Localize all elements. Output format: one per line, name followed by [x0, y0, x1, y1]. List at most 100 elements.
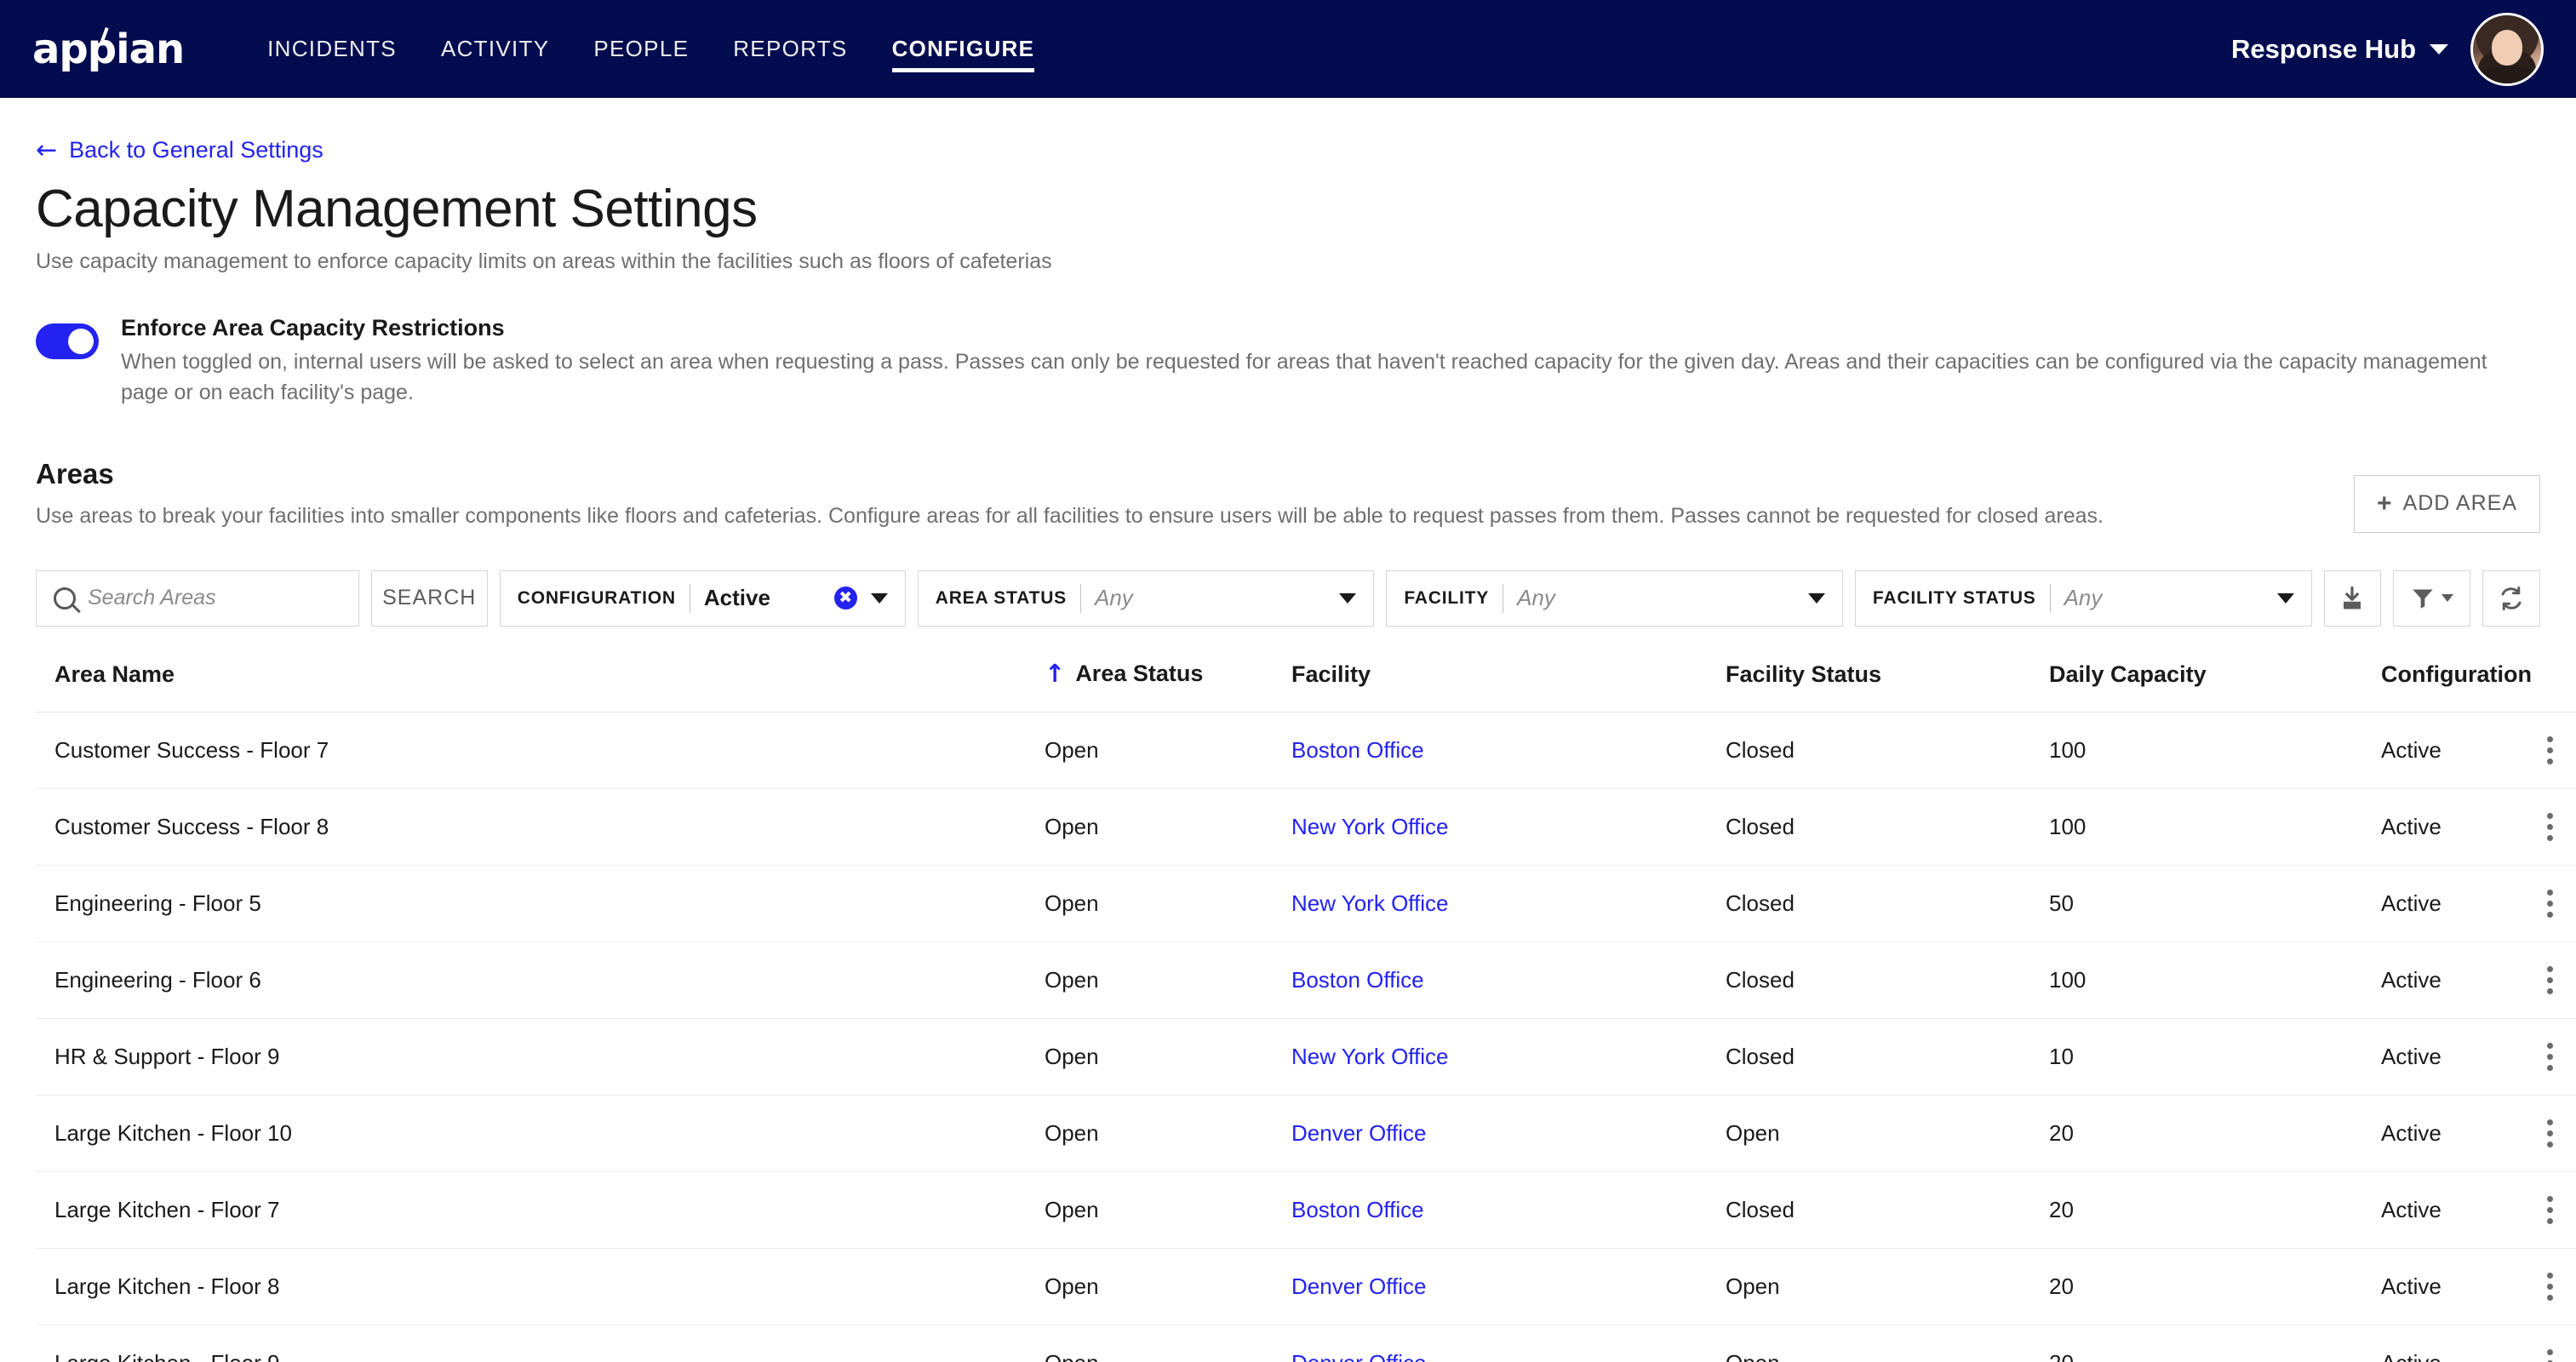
table-row[interactable]: Large Kitchen - Floor 7 Open Boston Office…	[36, 1171, 2576, 1249]
facility-link[interactable]: New York Office	[1291, 814, 1449, 839]
areas-section-text: Areas Use areas to break your facilities…	[36, 458, 2354, 531]
table-row[interactable]: Engineering - Floor 6 Open Boston Office Cl…	[36, 941, 2576, 1019]
cell-daily-capacity: 100	[2049, 788, 2381, 866]
kebab-menu-icon[interactable]	[2547, 1119, 2576, 1147]
enforce-capacity-label: Enforce Area Capacity Restrictions	[121, 315, 505, 340]
column-header-configuration[interactable]: Configuration	[2381, 660, 2576, 712]
search-icon	[54, 587, 76, 609]
export-button[interactable]	[2323, 569, 2382, 627]
cell-facility: New York Office	[1291, 1018, 1726, 1096]
back-to-general-settings-link[interactable]: ← Back to General Settings	[36, 137, 323, 163]
facility-status-filter-dropdown[interactable]: FACILITY STATUS Any	[1854, 569, 2312, 627]
search-input[interactable]	[88, 586, 341, 610]
top-navigation-bar: appian INCIDENTS ACTIVITY PEOPLE REPORTS…	[0, 0, 2576, 98]
table-row[interactable]: Large Kitchen - Floor 9OpenDenver Office…	[36, 1325, 2576, 1362]
cell-facility: New York Office	[1291, 788, 1726, 866]
filter-icon	[2413, 589, 2433, 609]
toggle-knob	[68, 329, 94, 354]
table-row[interactable]: Engineering - Floor 5 Open New York Office…	[36, 865, 2576, 942]
cell-daily-capacity: 100	[2049, 712, 2381, 789]
cell-area-name: Large Kitchen - Floor 10	[36, 1095, 1045, 1172]
column-header-area-status[interactable]: ↑ Area Status	[1045, 660, 1291, 712]
areas-description: Use areas to break your facilities into …	[36, 503, 2104, 528]
kebab-menu-icon[interactable]	[2547, 965, 2576, 994]
appian-logo[interactable]: appian	[32, 26, 185, 73]
clear-configuration-filter-icon[interactable]: ✖	[833, 587, 857, 609]
table-row[interactable]: HR & Support - Floor 9 Open New York Offic…	[36, 1018, 2576, 1096]
kebab-menu-icon[interactable]	[2547, 812, 2576, 841]
nav-item-configure[interactable]: CONFIGURE	[870, 0, 1057, 98]
chevron-down-icon	[1807, 592, 1825, 604]
table-row[interactable]: Large Kitchen - Floor 10 Open Denver Offic…	[36, 1095, 2576, 1172]
user-avatar[interactable]	[2470, 12, 2544, 86]
filter-button[interactable]	[2393, 569, 2471, 627]
facility-filter-value: Any	[1517, 585, 1555, 610]
kebab-menu-icon[interactable]	[2547, 889, 2576, 918]
nav-right-cluster: Response Hub	[2231, 12, 2544, 86]
table-row[interactable]: Customer Success - Floor 7 Open Boston Off…	[36, 712, 2576, 789]
column-header-facility-status[interactable]: Facility Status	[1726, 660, 2049, 712]
nav-item-people[interactable]: PEOPLE	[571, 0, 711, 98]
configuration-filter-dropdown[interactable]: CONFIGURATION Active ✖	[499, 569, 906, 627]
facility-link[interactable]: Boston Office	[1291, 967, 1424, 993]
cell-facility: New York Office	[1291, 865, 1726, 942]
kebab-menu-icon[interactable]	[2547, 1348, 2576, 1362]
hub-name-label: Response Hub	[2230, 33, 2416, 64]
facility-link[interactable]: Boston Office	[1291, 737, 1424, 763]
facility-link[interactable]: Boston Office	[1291, 1197, 1424, 1222]
enforce-capacity-toggle[interactable]	[36, 323, 99, 359]
areas-section-header: Areas Use areas to break your facilities…	[36, 458, 2540, 533]
facility-filter-dropdown[interactable]: FACILITY Any	[1386, 569, 1843, 627]
facility-link[interactable]: Denver Office	[1291, 1273, 1426, 1299]
cell-area-status: Open	[1045, 1248, 1291, 1325]
chevron-down-icon	[1339, 592, 1357, 604]
cell-area-name: Customer Success - Floor 8	[36, 788, 1045, 866]
kebab-menu-icon[interactable]	[2547, 1042, 2576, 1071]
cell-area-name: HR & Support - Floor 9	[36, 1018, 1045, 1096]
nav-item-activity[interactable]: ACTIVITY	[419, 0, 571, 98]
cell-facility-status: Closed	[1726, 1018, 2049, 1096]
facility-link[interactable]: New York Office	[1291, 1044, 1449, 1069]
add-area-button[interactable]: + ADD AREA	[2354, 474, 2540, 533]
area-status-filter-dropdown[interactable]: AREA STATUS Any	[917, 569, 1375, 627]
table-row[interactable]: Customer Success - Floor 8 Open New York O…	[36, 788, 2576, 866]
table-row[interactable]: Large Kitchen - Floor 8 Open Denver Office…	[36, 1248, 2576, 1325]
areas-table: Area Name ↑ Area Status Facility Facilit…	[36, 660, 2576, 1362]
column-header-configuration-label: Configuration	[2381, 661, 2532, 687]
nav-item-reports[interactable]: REPORTS	[711, 0, 869, 98]
primary-nav-links: INCIDENTS ACTIVITY PEOPLE REPORTS CONFIG…	[245, 0, 1056, 98]
facility-link[interactable]: Denver Office	[1291, 1350, 1426, 1362]
cell-facility-status: Open	[1726, 1248, 2049, 1325]
column-header-facility[interactable]: Facility	[1291, 660, 1726, 712]
column-header-area-status-label: Area Status	[1075, 660, 1204, 686]
search-button[interactable]: SEARCH	[370, 569, 488, 627]
area-status-filter-value: Any	[1094, 585, 1133, 610]
cell-area-status: Open	[1045, 1095, 1291, 1172]
column-header-area-name[interactable]: Area Name	[36, 660, 1045, 712]
cell-daily-capacity: 100	[2049, 941, 2381, 1019]
column-header-daily-capacity[interactable]: Daily Capacity	[2049, 660, 2381, 712]
cell-area-status: Open	[1045, 788, 1291, 866]
avatar-face	[2491, 30, 2523, 66]
kebab-menu-icon[interactable]	[2547, 1195, 2576, 1224]
facility-link[interactable]: Denver Office	[1291, 1120, 1426, 1146]
cell-facility-status: Closed	[1726, 1171, 2049, 1249]
cell-facility-status: Closed	[1726, 788, 2049, 866]
avatar-shoulders	[2473, 66, 2541, 83]
cell-facility: Denver Office	[1291, 1095, 1726, 1172]
configuration-filter-value: Active	[703, 585, 770, 610]
enforce-capacity-setting: Enforce Area Capacity Restrictions When …	[36, 315, 2540, 409]
areas-table-body: Customer Success - Floor 7 Open Boston Off…	[36, 712, 2576, 1362]
kebab-menu-icon[interactable]	[2547, 1272, 2576, 1301]
kebab-menu-icon[interactable]	[2547, 735, 2576, 764]
cell-area-name: Large Kitchen - Floor 9	[36, 1325, 1045, 1362]
column-header-area-name-label: Area Name	[54, 661, 175, 687]
refresh-button[interactable]	[2482, 569, 2540, 627]
hub-switcher[interactable]: Response Hub	[2231, 34, 2448, 65]
search-areas-field[interactable]	[36, 569, 359, 627]
nav-item-incidents[interactable]: INCIDENTS	[245, 0, 419, 98]
cell-area-status: Open	[1045, 1171, 1291, 1249]
back-link-label: Back to General Settings	[69, 137, 323, 163]
facility-status-filter-value: Any	[2064, 585, 2103, 610]
facility-link[interactable]: New York Office	[1291, 890, 1449, 916]
